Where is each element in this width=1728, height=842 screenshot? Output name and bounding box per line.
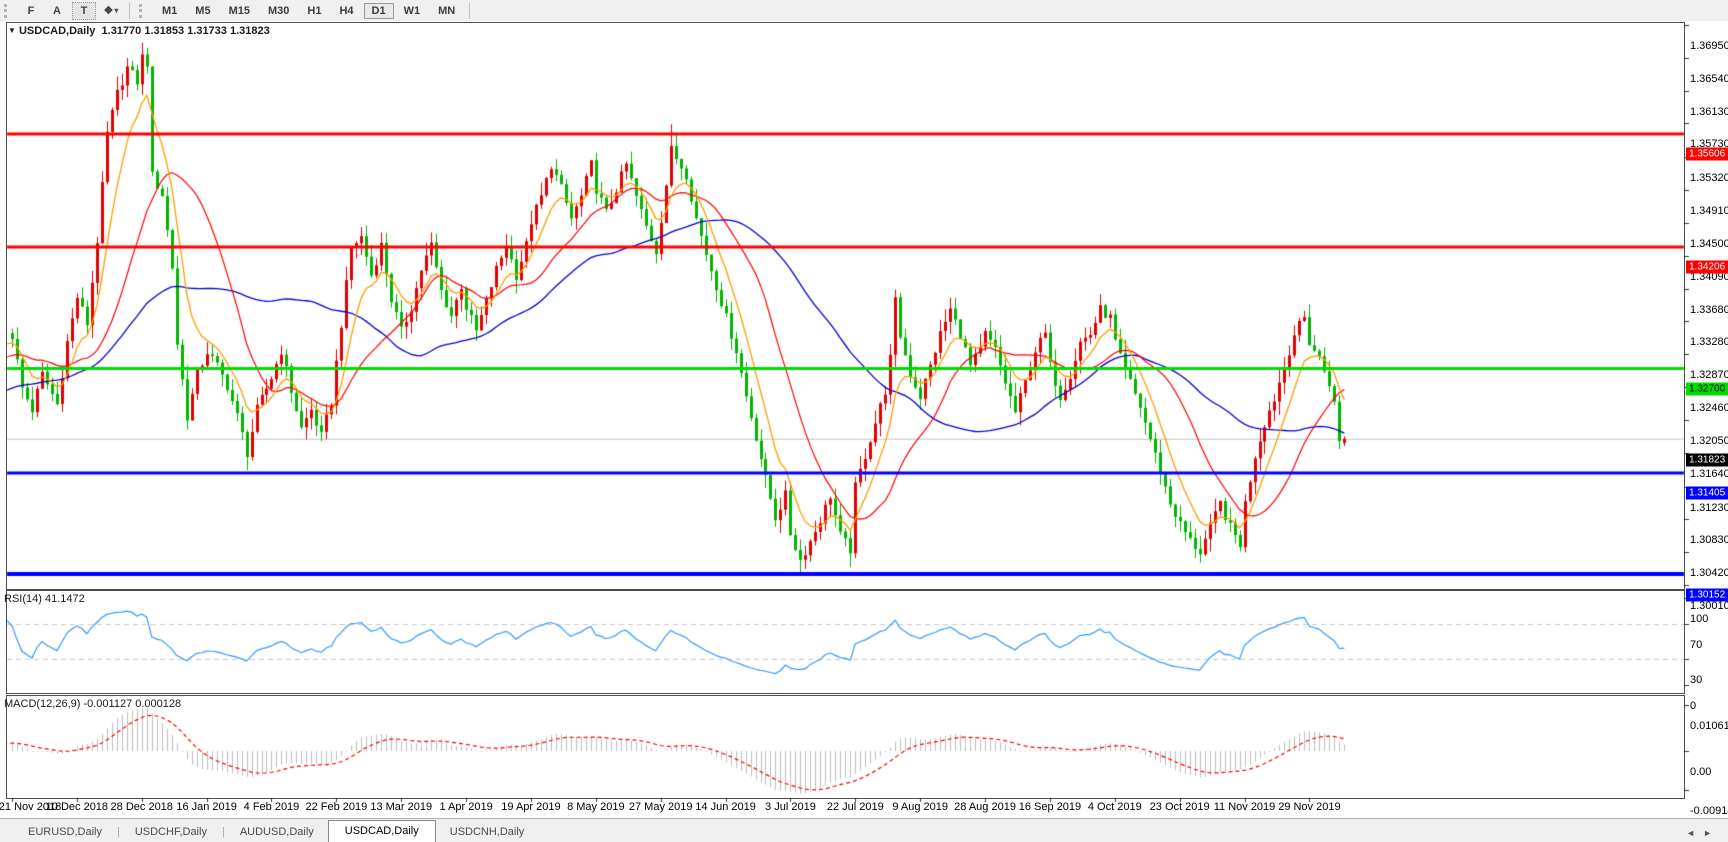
chart-title-collapse-icon[interactable]: ▼	[8, 26, 16, 35]
date-axis-label: 4 Feb 2019	[244, 801, 300, 813]
price-axis-tick: 1.35320	[1690, 172, 1728, 184]
date-axis-label: 10 Dec 2018	[46, 801, 108, 813]
price-axis-tick: 1.30010	[1690, 600, 1728, 612]
price-axis-tick: 1.32460	[1690, 402, 1728, 414]
mt4-window: FAT❖▾ M1M5M15M30H1H4D1W1MN ▼ USDCAD,Dail…	[0, 0, 1728, 842]
price-axis-tick: 1.32870	[1690, 369, 1728, 381]
price-line-label: 1.32700	[1686, 382, 1728, 395]
price-axis-tick: 1.36130	[1690, 106, 1728, 118]
chart-title: ▼ USDCAD,Daily 1.31770 1.31853 1.31733 1…	[8, 25, 270, 37]
rsi-axis-tick: 0	[1690, 700, 1696, 712]
rsi-axis-tick: 100	[1690, 613, 1708, 625]
price-axis-tick: 1.36540	[1690, 73, 1728, 85]
date-axis-label: 28 Aug 2019	[954, 801, 1016, 813]
price-line-label: 1.34206	[1686, 261, 1728, 274]
macd-axis-tick: 0.00	[1690, 766, 1711, 778]
chart-canvas[interactable]	[0, 0, 1728, 842]
date-axis-label: 14 Jun 2019	[695, 801, 756, 813]
macd-axis-tick: -0.009181	[1690, 805, 1728, 817]
price-axis-tick: 1.36950	[1690, 40, 1728, 52]
price-axis-tick: 1.32050	[1690, 435, 1728, 447]
date-axis-label: 22 Jul 2019	[827, 801, 884, 813]
price-axis-tick: 1.31230	[1690, 502, 1728, 514]
price-axis-tick: 1.34500	[1690, 238, 1728, 250]
price-line-label: 1.31405	[1686, 487, 1728, 500]
date-axis-label: 9 Aug 2019	[892, 801, 948, 813]
date-axis-label: 16 Sep 2019	[1019, 801, 1081, 813]
price-axis-tick: 1.33280	[1690, 336, 1728, 348]
date-axis-label: 4 Oct 2019	[1088, 801, 1142, 813]
date-axis-label: 11 Nov 2019	[1214, 801, 1276, 813]
price-line-label: 1.30152	[1686, 588, 1728, 601]
rsi-axis-tick: 30	[1690, 674, 1702, 686]
date-axis-label: 1 Apr 2019	[439, 801, 492, 813]
date-axis-label: 19 Apr 2019	[501, 801, 560, 813]
price-line-label: 1.35606	[1686, 148, 1728, 161]
chart-ohlc-values: 1.31770 1.31853 1.31733 1.31823	[102, 25, 270, 37]
date-axis-label: 23 Oct 2019	[1150, 801, 1210, 813]
date-axis-label: 22 Feb 2019	[305, 801, 367, 813]
rsi-axis-tick: 70	[1690, 639, 1702, 651]
macd-label: MACD(12,26,9) -0.001127 0.000128	[4, 698, 181, 710]
price-axis-tick: 1.30420	[1690, 567, 1728, 579]
chart-symbol-label: USDCAD,Daily	[19, 25, 95, 37]
date-axis-label: 13 Mar 2019	[370, 801, 432, 813]
date-axis-label: 28 Dec 2018	[111, 801, 173, 813]
date-axis-label: 3 Jul 2019	[765, 801, 816, 813]
date-axis-label: 27 May 2019	[629, 801, 693, 813]
price-axis-tick: 1.31640	[1690, 468, 1728, 480]
date-axis-label: 29 Nov 2019	[1278, 801, 1340, 813]
date-axis-label: 16 Jan 2019	[176, 801, 237, 813]
price-axis-tick: 1.33680	[1690, 304, 1728, 316]
price-axis-tick: 1.34910	[1690, 205, 1728, 217]
macd-axis-tick: 0.010615	[1690, 720, 1728, 732]
price-axis-tick: 1.30830	[1690, 534, 1728, 546]
date-axis-label: 8 May 2019	[567, 801, 624, 813]
chart-window: ▼ USDCAD,Daily 1.31770 1.31853 1.31733 1…	[0, 21, 1728, 818]
rsi-label: RSI(14) 41.1472	[4, 593, 85, 605]
current-price-label: 1.31823	[1686, 453, 1728, 466]
